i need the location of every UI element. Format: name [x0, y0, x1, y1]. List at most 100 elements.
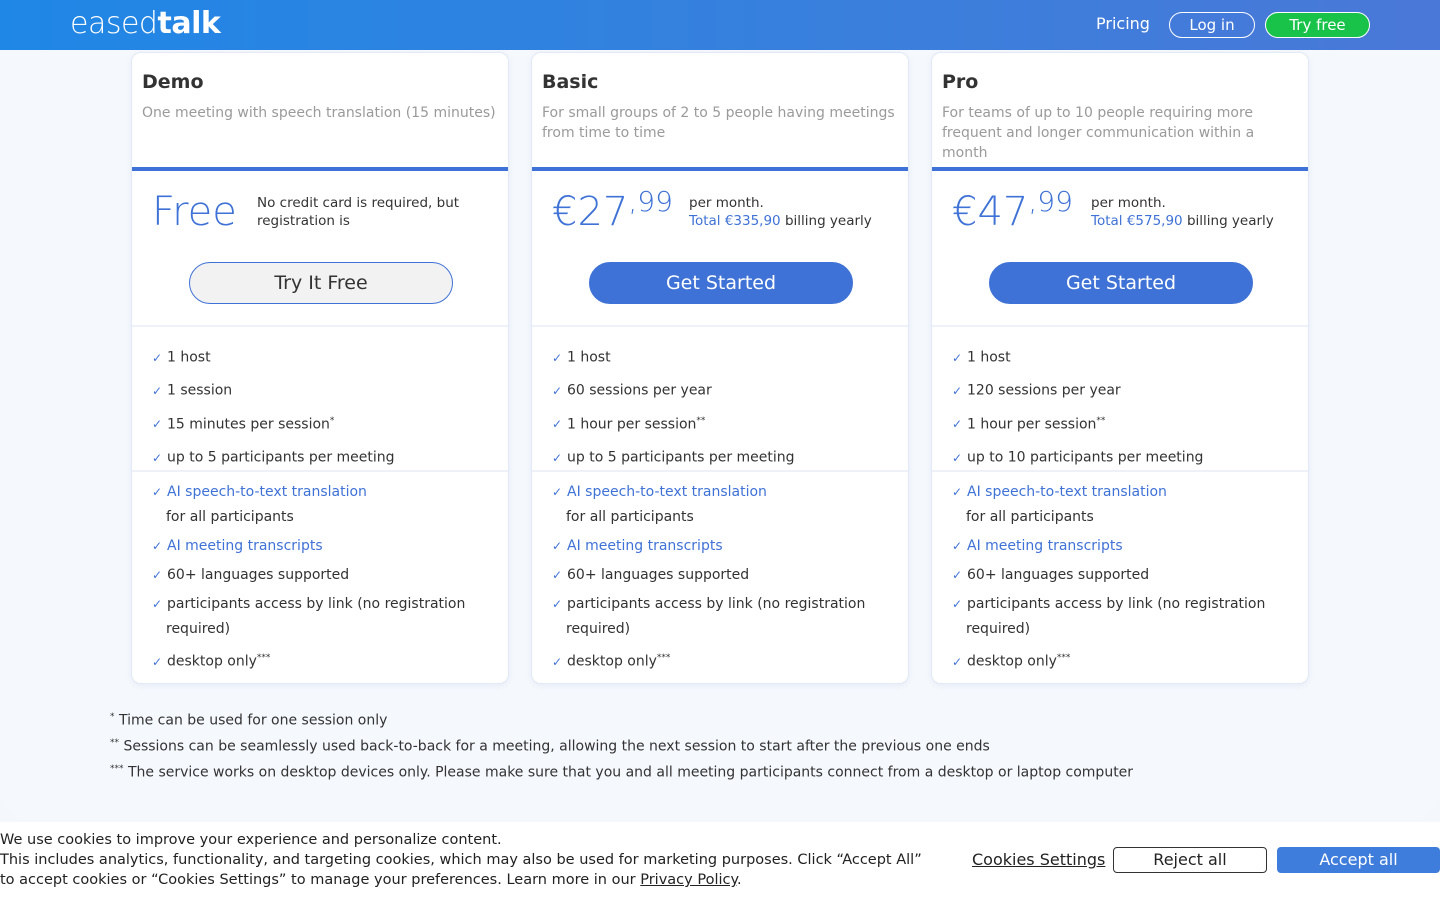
check-icon: ✓ — [152, 417, 163, 432]
check-icon: ✓ — [152, 539, 163, 553]
check-icon: ✓ — [552, 350, 563, 365]
site-header: easedtalk Pricing Log in Try free — [0, 0, 1440, 50]
list-item: ✓ up to 10 participants per meeting — [952, 440, 1302, 473]
list-item: ✓ up to 5 participants per meeting — [152, 440, 502, 473]
feature-sup: ** — [1096, 415, 1106, 426]
feature-text: 1 session — [167, 383, 233, 400]
plan-card-demo: Demo One meeting with speech translation… — [131, 52, 509, 684]
list-item: ✓ up to 5 participants per meeting — [552, 440, 902, 473]
divider — [532, 325, 908, 327]
check-icon: ✓ — [552, 417, 563, 432]
divider — [532, 470, 908, 472]
check-icon: ✓ — [952, 568, 963, 582]
cookie-line-1: We use cookies to improve your experienc… — [0, 832, 502, 848]
get-started-button[interactable]: Get Started — [589, 262, 853, 304]
feature-text: participants access by link (no registra… — [567, 596, 866, 612]
list-item: ✓ 1 session — [152, 373, 502, 406]
feature-text: 60+ languages supported — [967, 567, 1150, 583]
footnote-text: Sessions can be seamlessly used back-to-… — [119, 738, 990, 755]
feature-text: desktop only — [967, 653, 1057, 670]
billing-text: billing yearly — [780, 213, 872, 229]
plan-header: Demo One meeting with speech translation… — [132, 53, 508, 171]
accept-all-button[interactable]: Accept all — [1277, 847, 1440, 873]
per-month: per month. — [689, 195, 764, 211]
check-icon: ✓ — [152, 350, 163, 365]
price-main: €47 — [952, 189, 1029, 235]
check-icon: ✓ — [952, 384, 963, 399]
feature-text: participants access by link (no registra… — [967, 596, 1266, 612]
feature-text: participants access by link (no registra… — [167, 596, 466, 612]
list-item: ✓ participants access by link (no registr… — [152, 592, 502, 642]
check-icon: ✓ — [152, 450, 163, 465]
feature-text-cont: for all participants — [166, 509, 294, 525]
price-note: per month. Total €335,90 billing yearly — [689, 194, 929, 230]
check-icon: ✓ — [152, 568, 163, 582]
check-icon: ✓ — [552, 597, 563, 611]
plan-price: €27,99 — [552, 185, 673, 235]
feature-sup: *** — [656, 653, 671, 663]
feature-text-cont: for all participants — [566, 509, 694, 525]
check-icon: ✓ — [952, 597, 963, 611]
feature-text: AI speech-to-text translation — [967, 484, 1167, 500]
plan-card-basic: Basic For small groups of 2 to 5 people … — [531, 52, 909, 684]
check-icon: ✓ — [952, 350, 963, 365]
try-free-button[interactable]: Try free — [1265, 12, 1370, 38]
list-item: ✓ 120 sessions per year — [952, 373, 1302, 406]
try-it-free-button[interactable]: Try It Free — [189, 262, 453, 304]
logo[interactable]: easedtalk — [70, 6, 221, 41]
plan-price: €47,99 — [952, 185, 1073, 235]
list-item: ✓ AI meeting transcripts — [552, 534, 902, 559]
divider — [132, 470, 508, 472]
logo-light-text: eased — [70, 6, 158, 41]
plan-common-features: ✓ AI speech-to-text translation for all pa… — [552, 480, 902, 679]
login-button[interactable]: Log in — [1169, 12, 1255, 38]
feature-sup: ** — [696, 415, 706, 426]
list-item: ✓ desktop only*** — [952, 646, 1302, 675]
plan-price: Free — [152, 189, 237, 235]
get-started-button[interactable]: Get Started — [989, 262, 1253, 304]
feature-text: AI meeting transcripts — [567, 538, 723, 554]
list-item: ✓ 1 host — [152, 340, 502, 373]
feature-text: 1 host — [967, 349, 1011, 366]
feature-text-cont: required) — [166, 621, 231, 637]
cookie-line-2: This includes analytics, functionality, … — [0, 852, 922, 888]
list-item: ✓ 60+ languages supported — [552, 563, 902, 588]
plan-header: Pro For teams of up to 10 people requiri… — [932, 53, 1308, 171]
footnote-mark: *** — [110, 764, 124, 775]
footnote-2: ** Sessions can be seamlessly used back-… — [110, 732, 1133, 758]
list-item: ✓ participants access by link (no registr… — [552, 592, 902, 642]
list-item: ✓ AI speech-to-text translation for all pa… — [552, 480, 902, 530]
check-icon: ✓ — [152, 654, 163, 669]
divider — [932, 470, 1308, 472]
check-icon: ✓ — [152, 485, 163, 499]
feature-text: AI speech-to-text translation — [567, 484, 767, 500]
list-item: ✓ AI meeting transcripts — [152, 534, 502, 559]
cookies-settings-link[interactable]: Cookies Settings — [972, 850, 1105, 869]
divider — [132, 325, 508, 327]
list-item: ✓ AI speech-to-text translation for all pa… — [152, 480, 502, 530]
list-item: ✓ 1 hour per session** — [952, 407, 1302, 440]
reject-all-button[interactable]: Reject all — [1113, 847, 1267, 873]
feature-text: up to 5 participants per meeting — [567, 449, 795, 466]
list-item: ✓ 60 sessions per year — [552, 373, 902, 406]
feature-text-cont: for all participants — [966, 509, 1094, 525]
feature-text: AI speech-to-text translation — [167, 484, 367, 500]
nav-pricing-link[interactable]: Pricing — [1096, 14, 1150, 33]
plan-description: For small groups of 2 to 5 people having… — [542, 105, 895, 141]
feature-text: 60+ languages supported — [167, 567, 350, 583]
feature-text: AI meeting transcripts — [167, 538, 323, 554]
privacy-policy-link[interactable]: Privacy Policy — [640, 872, 737, 888]
list-item: ✓ AI speech-to-text translation for all pa… — [952, 480, 1302, 530]
price-main: Free — [152, 189, 237, 235]
price-note: No credit card is required, but registra… — [257, 195, 460, 229]
price-cents: ,99 — [1028, 185, 1073, 218]
check-icon: ✓ — [952, 417, 963, 432]
check-icon: ✓ — [952, 654, 963, 669]
footnote-text: The service works on desktop devices onl… — [123, 764, 1134, 781]
plan-name: Basic — [542, 71, 599, 93]
feature-text: 60+ languages supported — [567, 567, 750, 583]
cookie-period: . — [736, 872, 742, 888]
plan-description: For teams of up to 10 people requiring m… — [942, 105, 1255, 161]
per-month: per month. — [1091, 195, 1166, 211]
yearly-total: Total €575,90 — [1091, 213, 1183, 229]
